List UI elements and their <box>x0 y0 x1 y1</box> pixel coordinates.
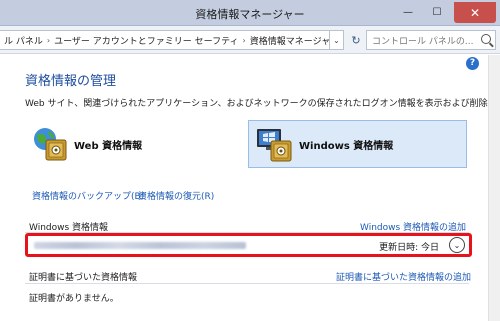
globe-safe-icon <box>34 128 67 161</box>
vertical-scrollbar[interactable] <box>488 55 500 321</box>
title-bar: 資格情報マネージャー — ☐ ✕ <box>0 0 500 26</box>
restore-credentials-link[interactable]: 資格情報の復元(R) <box>138 189 214 202</box>
expand-chevron-icon[interactable]: ⌄ <box>449 237 465 253</box>
breadcrumb-user-accounts[interactable]: ユーザー アカウントとファミリー セーフティ <box>54 34 238 47</box>
no-certificates-message: 証明書がありません。 <box>29 294 119 304</box>
web-credentials-label: Web 資格情報 <box>74 140 143 152</box>
breadcrumb-separator-icon[interactable]: › <box>47 36 50 45</box>
breadcrumb-credential-manager[interactable]: 資格情報マネージャー <box>250 34 329 47</box>
page-title: 資格情報の管理 <box>25 74 117 89</box>
navigation-bar: ル パネル › ユーザー アカウントとファミリー セーフティ › 資格情報マネー… <box>0 26 500 54</box>
address-dropdown-icon[interactable]: ⌄ <box>330 30 344 50</box>
maximize-button[interactable]: ☐ <box>424 2 450 23</box>
page-description: Web サイト、関連づけられたアプリケーション、およびネットワークの保存されたロ… <box>25 99 500 109</box>
address-bar[interactable]: ル パネル › ユーザー アカウントとファミリー セーフティ › 資格情報マネー… <box>0 30 330 50</box>
close-button[interactable]: ✕ <box>454 2 496 23</box>
credential-list-item[interactable]: 更新日時: 今日 ⌄ <box>25 233 472 257</box>
search-icon[interactable] <box>481 34 491 44</box>
add-certificate-credential-link[interactable]: 証明書に基づいた資格情報の追加 <box>336 270 471 283</box>
certificate-credentials-section-title: 証明書に基づいた資格情報 <box>29 273 138 283</box>
refresh-icon[interactable]: ↻ <box>348 30 364 50</box>
help-icon[interactable]: ? <box>466 57 479 70</box>
minimize-button[interactable]: — <box>395 2 421 23</box>
monitor-safe-icon <box>257 129 292 162</box>
search-placeholder: コントロール パネルの... <box>372 36 474 47</box>
backup-credentials-link[interactable]: 資格情報のバックアップ(B) <box>32 189 144 202</box>
search-input[interactable]: コントロール パネルの... <box>366 30 496 50</box>
breadcrumb-control-panel[interactable]: ル パネル <box>4 34 43 47</box>
section-divider <box>25 283 469 284</box>
windows-credentials-tile[interactable]: Windows 資格情報 <box>248 120 467 168</box>
windows-credentials-label: Windows 資格情報 <box>299 140 394 152</box>
credential-modified-date: 更新日時: 今日 <box>379 243 439 253</box>
credential-address-redacted <box>34 242 246 249</box>
breadcrumb-separator-icon[interactable]: › <box>243 36 246 45</box>
web-credentials-tile[interactable]: Web 資格情報 <box>32 120 232 168</box>
